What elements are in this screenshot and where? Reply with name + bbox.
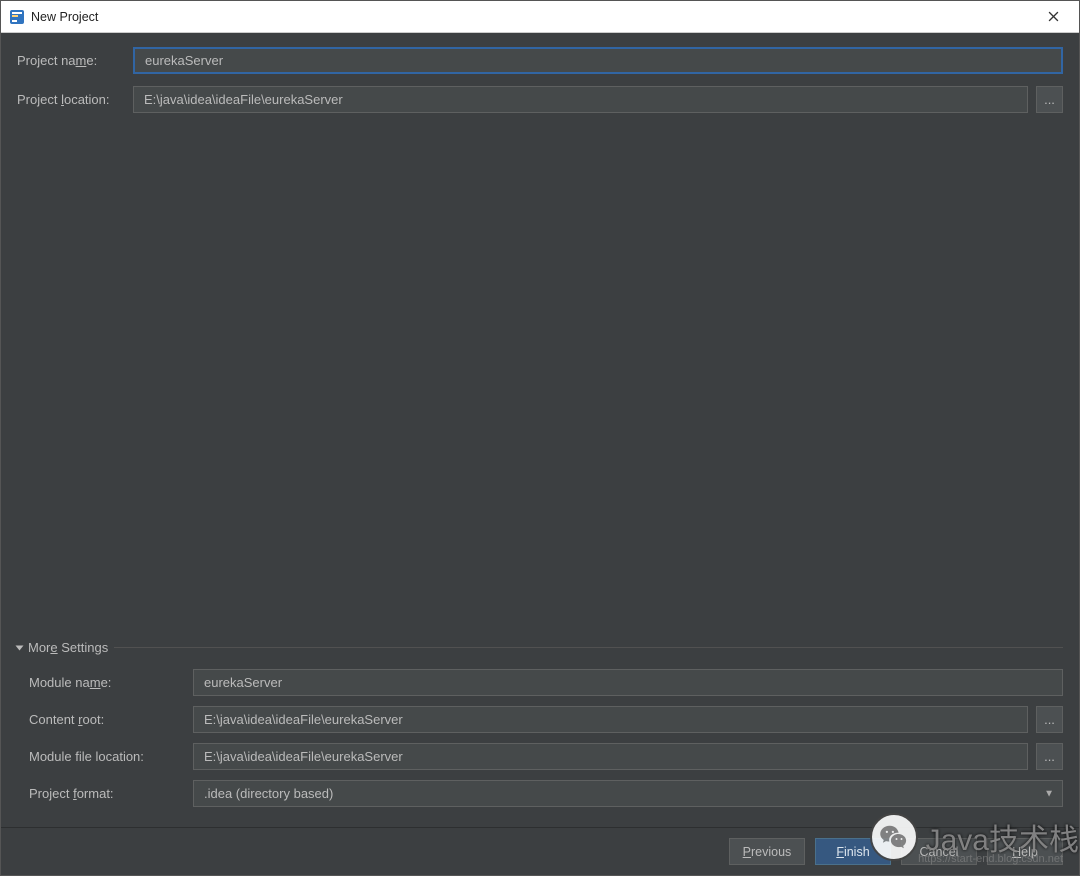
project-location-input[interactable]: E:\java\idea\ideaFile\eurekaServer xyxy=(133,86,1028,113)
titlebar: New Project xyxy=(1,1,1079,33)
chevron-down-icon: ▼ xyxy=(1044,788,1054,799)
help-button[interactable]: Help xyxy=(987,838,1063,865)
module-file-location-label: Module file location: xyxy=(29,749,185,764)
project-location-label: Project location: xyxy=(17,92,125,107)
app-icon xyxy=(9,9,25,25)
project-format-select[interactable]: .idea (directory based)▼ xyxy=(193,780,1063,807)
previous-button[interactable]: Previous xyxy=(729,838,805,865)
project-name-input[interactable]: eurekaServer xyxy=(133,47,1063,74)
window-title: New Project xyxy=(31,10,1031,24)
cancel-button[interactable]: Cancel xyxy=(901,838,977,865)
module-name-label: Module name: xyxy=(29,675,185,690)
module-file-location-browse-button[interactable]: ... xyxy=(1036,743,1063,770)
module-name-input[interactable]: eurekaServer xyxy=(193,669,1063,696)
chevron-down-icon xyxy=(16,645,24,650)
more-settings-panel: Module name: eurekaServer Content root: … xyxy=(17,669,1063,817)
content-root-label: Content root: xyxy=(29,712,185,727)
project-location-browse-button[interactable]: ... xyxy=(1036,86,1063,113)
close-button[interactable] xyxy=(1031,2,1075,32)
finish-button[interactable]: Finish xyxy=(815,838,891,865)
project-format-label: Project format: xyxy=(29,786,185,801)
new-project-dialog: New Project Project name: eurekaServer P… xyxy=(0,0,1080,876)
content-root-input[interactable]: E:\java\idea\ideaFile\eurekaServer xyxy=(193,706,1028,733)
button-bar: Previous Finish Cancel Help xyxy=(1,827,1079,875)
more-settings-header[interactable]: More Settings xyxy=(17,640,1063,655)
divider xyxy=(114,647,1063,648)
content-root-browse-button[interactable]: ... xyxy=(1036,706,1063,733)
project-name-label: Project name: xyxy=(17,53,125,68)
spacer xyxy=(17,125,1063,640)
dialog-content: Project name: eurekaServer Project locat… xyxy=(1,33,1079,827)
module-file-location-input[interactable]: E:\java\idea\ideaFile\eurekaServer xyxy=(193,743,1028,770)
